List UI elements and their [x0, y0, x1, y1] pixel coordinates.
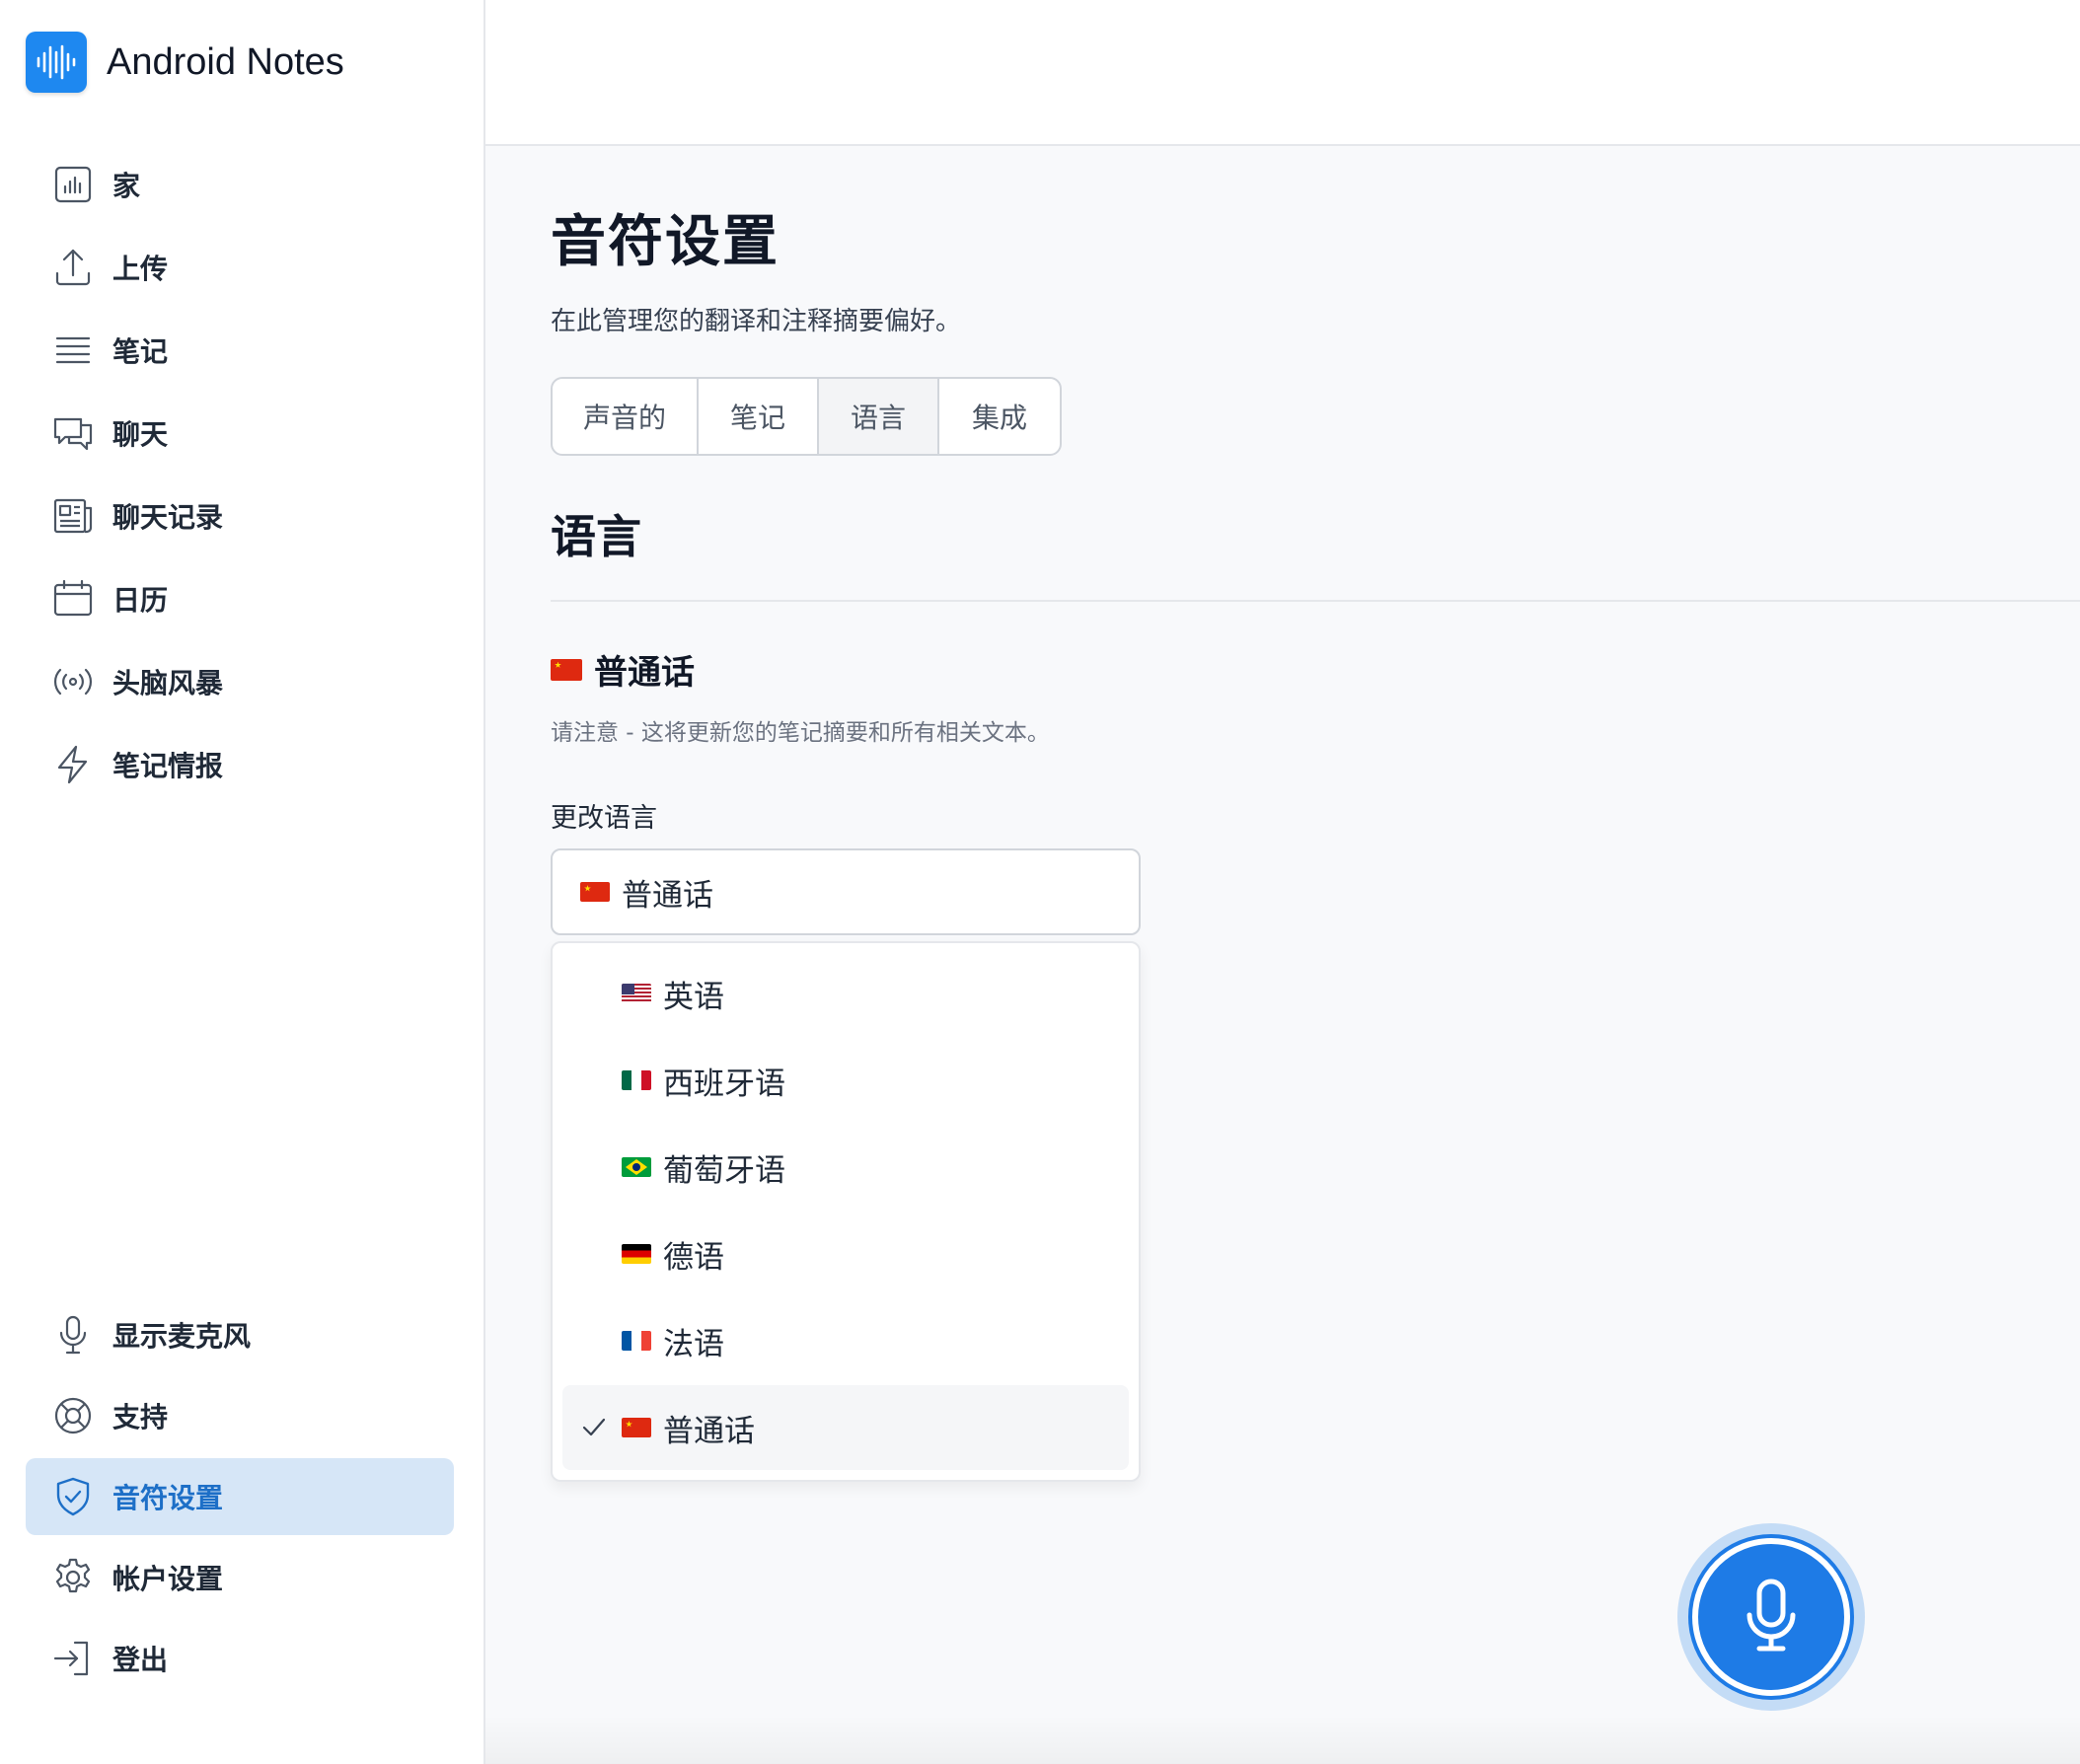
br-flag-icon [622, 1157, 651, 1177]
broadcast-icon [53, 668, 93, 696]
current-language-label: 普通话 [594, 653, 695, 693]
language-option-mandarin[interactable]: 普通话 [562, 1385, 1129, 1470]
fr-flag-icon [622, 1331, 651, 1351]
language-select-value: 普通话 [622, 877, 713, 914]
language-option-portuguese[interactable]: 葡萄牙语 [562, 1125, 1129, 1210]
sidebar-item-label: 家 [112, 170, 141, 202]
option-label: 普通话 [663, 1413, 755, 1449]
cn-flag-icon [580, 882, 610, 902]
sidebar-item-show-mic[interactable]: 显示麦克风 [26, 1296, 454, 1373]
sidebar-bottom-nav: 显示麦克风 支持 音符设置 帐户设置 登出 [26, 1296, 454, 1701]
option-label: 葡萄牙语 [663, 1152, 785, 1189]
top-bar [485, 0, 2080, 146]
app-title: Android Notes [107, 40, 344, 83]
sidebar-item-label: 音符设置 [112, 1482, 224, 1514]
sidebar-item-label: 登出 [112, 1644, 169, 1676]
brand[interactable]: Android Notes [26, 30, 344, 95]
language-select[interactable]: 普通话 [551, 848, 1141, 935]
sidebar-item-label: 帐户设置 [112, 1563, 224, 1595]
sidebar-item-note-intel[interactable]: 笔记情报 [26, 726, 454, 803]
main-content: 音符设置 在此管理您的翻译和注释摘要偏好。 声音的 笔记 语言 集成 语言 普通… [551, 197, 2080, 1482]
bottom-shade [485, 1715, 2080, 1764]
calendar-icon [53, 579, 93, 617]
tab-sound[interactable]: 声音的 [553, 379, 699, 454]
sidebar-item-brainstorm[interactable]: 头脑风暴 [26, 643, 454, 720]
chat-bubbles-icon [53, 417, 93, 451]
sidebar-item-label: 笔记 [112, 335, 169, 368]
language-note: 请注意 - 这将更新您的笔记摘要和所有相关文本。 [551, 720, 1050, 746]
sidebar-item-label: 笔记情报 [112, 750, 224, 782]
tab-language[interactable]: 语言 [819, 379, 939, 454]
option-label: 英语 [663, 979, 724, 1015]
sidebar-item-chat-history[interactable]: 聊天记录 [26, 478, 454, 554]
sidebar-item-logout[interactable]: 登出 [26, 1620, 454, 1697]
shield-check-icon [56, 1477, 90, 1516]
cn-flag-icon [622, 1418, 651, 1437]
sidebar-item-label: 显示麦克风 [112, 1320, 252, 1353]
current-language: 普通话 [551, 645, 2080, 694]
language-option-english[interactable]: 英语 [562, 951, 1129, 1036]
settings-tabs: 声音的 笔记 语言 集成 [551, 377, 1062, 456]
change-language-label: 更改语言 [551, 803, 657, 834]
divider [551, 600, 2080, 602]
sidebar-item-label: 聊天记录 [112, 501, 224, 534]
sign-in-arrow-icon [53, 1641, 89, 1676]
us-flag-icon [622, 984, 651, 1003]
language-dropdown: 英语 西班牙语 葡萄牙语 德语 法语 普通话 [551, 941, 1141, 1482]
lifebuoy-icon [54, 1397, 92, 1434]
language-option-german[interactable]: 德语 [562, 1212, 1129, 1296]
sidebar: Android Notes 家 上传 笔记 聊天 聊天记录 日历 头脑风暴 笔记… [0, 0, 485, 1764]
sidebar-item-calendar[interactable]: 日历 [26, 560, 454, 637]
sidebar-item-label: 聊天 [112, 418, 169, 451]
sidebar-item-label: 上传 [112, 253, 169, 285]
page-subtitle: 在此管理您的翻译和注释摘要偏好。 [551, 307, 962, 336]
sidebar-item-home[interactable]: 家 [26, 146, 454, 223]
upload-icon [55, 249, 91, 286]
record-mic-button[interactable] [1677, 1523, 1865, 1711]
sidebar-item-account-settings[interactable]: 帐户设置 [26, 1539, 454, 1616]
microphone-icon [1746, 1579, 1796, 1652]
sidebar-nav: 家 上传 笔记 聊天 聊天记录 日历 头脑风暴 笔记情报 [26, 146, 454, 809]
sidebar-item-note-settings[interactable]: 音符设置 [26, 1458, 454, 1535]
language-option-spanish[interactable]: 西班牙语 [562, 1038, 1129, 1123]
section-title: 语言 [551, 510, 641, 563]
newspaper-icon [53, 498, 93, 534]
bar-chart-icon [54, 166, 92, 203]
sidebar-item-upload[interactable]: 上传 [26, 229, 454, 306]
sidebar-item-label: 日历 [112, 584, 169, 617]
option-label: 法语 [663, 1326, 724, 1362]
sidebar-item-notes[interactable]: 笔记 [26, 312, 454, 389]
tab-integrations[interactable]: 集成 [939, 379, 1060, 454]
option-label: 西班牙语 [663, 1066, 785, 1102]
microphone-icon [59, 1315, 87, 1355]
tab-notes[interactable]: 笔记 [699, 379, 819, 454]
check-icon [582, 1418, 606, 1436]
list-icon [55, 336, 91, 364]
sidebar-item-label: 支持 [112, 1401, 169, 1433]
de-flag-icon [622, 1244, 651, 1264]
cn-flag-icon [551, 658, 582, 681]
mic-button-core [1692, 1538, 1850, 1696]
waveform-icon [26, 32, 87, 93]
gear-icon [55, 1558, 91, 1593]
lightning-icon [57, 745, 88, 784]
sidebar-item-chat[interactable]: 聊天 [26, 395, 454, 472]
mx-flag-icon [622, 1070, 651, 1090]
sidebar-item-support[interactable]: 支持 [26, 1377, 454, 1454]
sidebar-item-label: 头脑风暴 [112, 667, 224, 699]
page-title: 音符设置 [551, 210, 780, 274]
language-option-french[interactable]: 法语 [562, 1298, 1129, 1383]
option-label: 德语 [663, 1239, 724, 1276]
